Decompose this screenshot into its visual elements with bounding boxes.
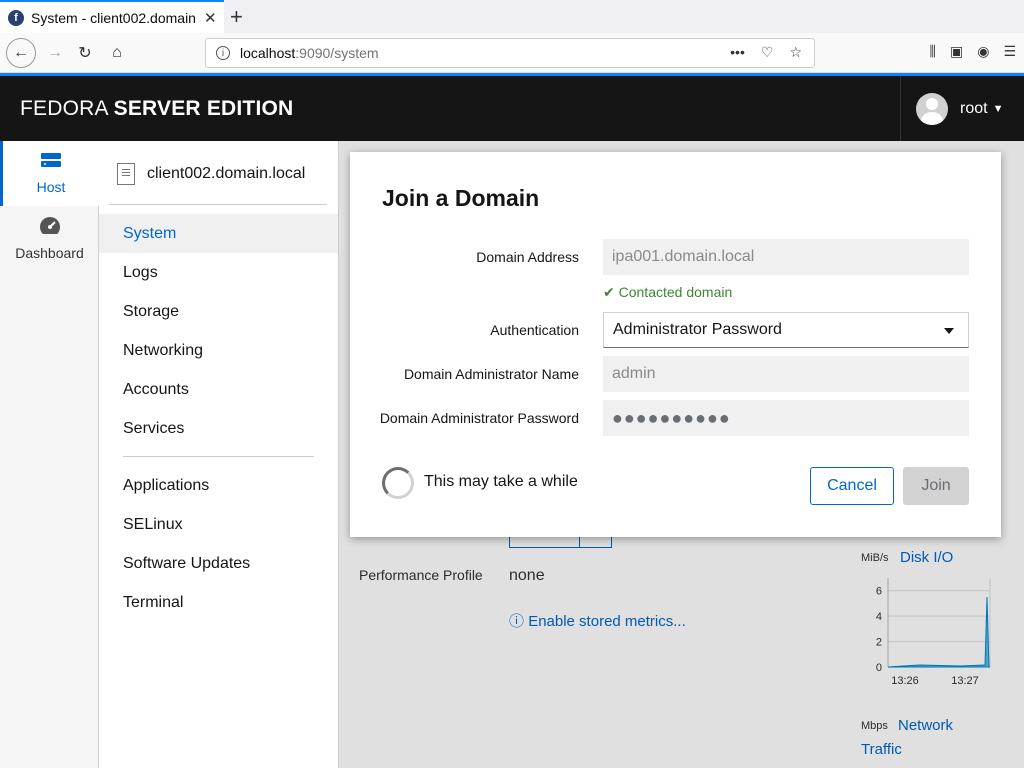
account-icon[interactable]: ◉ (977, 43, 989, 60)
browser-tabbar: f System - client002.domain.local ✕ + (0, 0, 1024, 33)
brand-logo: FEDORA SERVER EDITION (20, 97, 293, 121)
dashboard-icon (39, 216, 61, 239)
menu-divider (123, 456, 314, 457)
join-button[interactable]: Join (903, 467, 969, 505)
menu-item-system[interactable]: System (99, 214, 338, 253)
brand-light: FEDORA (20, 97, 108, 120)
brand-bold: SERVER EDITION (113, 97, 294, 120)
nav-item-dashboard[interactable]: Dashboard (0, 206, 99, 271)
menu-item-services[interactable]: Services (99, 409, 338, 448)
menu-item-logs[interactable]: Logs (99, 253, 338, 292)
admin-password-field[interactable]: ●●●●●●●●●● (603, 400, 969, 436)
menu-item-applications[interactable]: Applications (99, 466, 338, 505)
authentication-value: Administrator Password (613, 321, 782, 338)
contacted-text: Contacted domain (618, 284, 733, 300)
admin-name-label: Domain Administrator Name (403, 366, 579, 382)
wait-message: This may take a while (424, 473, 578, 490)
url-path: :9090/system (295, 45, 379, 61)
domain-address-field[interactable]: ipa001.domain.local (603, 239, 969, 275)
authentication-select[interactable]: Administrator Password (603, 312, 969, 348)
sidebar-icon[interactable]: ▣ (950, 43, 963, 60)
admin-name-field[interactable]: admin (603, 356, 969, 392)
hamburger-menu-icon[interactable]: ☰ (1003, 43, 1016, 60)
join-domain-dialog: Join a Domain Domain Address ipa001.doma… (350, 152, 1001, 537)
authentication-label: Authentication (490, 322, 579, 338)
url-host: localhost (240, 45, 296, 61)
avatar (916, 92, 948, 125)
pocket-icon[interactable]: ♡ (761, 44, 774, 61)
forward-button[interactable]: → (42, 40, 68, 66)
left-nav: Host Dashboard (0, 141, 99, 768)
user-menu[interactable]: root ▼ (900, 76, 1024, 141)
back-button[interactable]: ← (6, 38, 36, 68)
url-bar[interactable]: i localhost:9090/system ••• ♡ ☆ (205, 38, 815, 68)
nav-item-host-label: Host (36, 179, 66, 195)
library-icon[interactable]: ⫼ (930, 43, 936, 60)
menu-item-accounts[interactable]: Accounts (99, 370, 338, 409)
new-tab-button[interactable]: + (230, 4, 243, 30)
menu-item-software-updates[interactable]: Software Updates (99, 544, 338, 583)
dialog-title: Join a Domain (382, 185, 540, 211)
host-menu: client002.domain.local System Logs Stora… (99, 141, 339, 768)
cancel-button[interactable]: Cancel (810, 467, 894, 505)
username: root (960, 99, 988, 117)
nav-item-host[interactable]: Host (0, 141, 99, 206)
app-header: FEDORA SERVER EDITION root ▼ (0, 76, 1024, 141)
hostname: client002.domain.local (147, 165, 306, 182)
host-switcher[interactable]: client002.domain.local (117, 163, 305, 185)
admin-password-label: Domain Administrator Password (379, 410, 579, 426)
tab-title: System - client002.domain.local (31, 9, 196, 26)
menu-item-networking[interactable]: Networking (99, 331, 338, 370)
server-icon (40, 152, 62, 173)
menu-divider (109, 204, 327, 205)
browser-navbar: ← → ↻ ⌂ i localhost:9090/system ••• ♡ ☆ … (0, 33, 1024, 73)
menu-item-selinux[interactable]: SELinux (99, 505, 338, 544)
menu-item-storage[interactable]: Storage (99, 292, 338, 331)
browser-tab[interactable]: f System - client002.domain.local ✕ (0, 0, 224, 33)
bookmark-star-icon[interactable]: ☆ (789, 44, 802, 61)
contacted-status: ✔ Contacted domain (603, 284, 732, 301)
site-info-icon[interactable]: i (216, 46, 230, 60)
loading-spinner-icon (382, 467, 414, 499)
menu-item-terminal[interactable]: Terminal (99, 583, 338, 622)
home-icon[interactable]: ⌂ (104, 40, 130, 66)
chevron-down-icon (944, 328, 954, 334)
domain-address-label: Domain Address (476, 249, 579, 265)
close-tab-icon[interactable]: ✕ (204, 9, 217, 27)
caret-down-icon: ▼ (992, 102, 1004, 115)
check-icon: ✔ (603, 284, 615, 300)
nav-item-dashboard-label: Dashboard (15, 245, 84, 261)
reload-button[interactable]: ↻ (72, 40, 98, 66)
page-actions-icon[interactable]: ••• (730, 44, 745, 61)
host-document-icon (117, 163, 135, 185)
fedora-favicon-icon: f (8, 9, 24, 26)
